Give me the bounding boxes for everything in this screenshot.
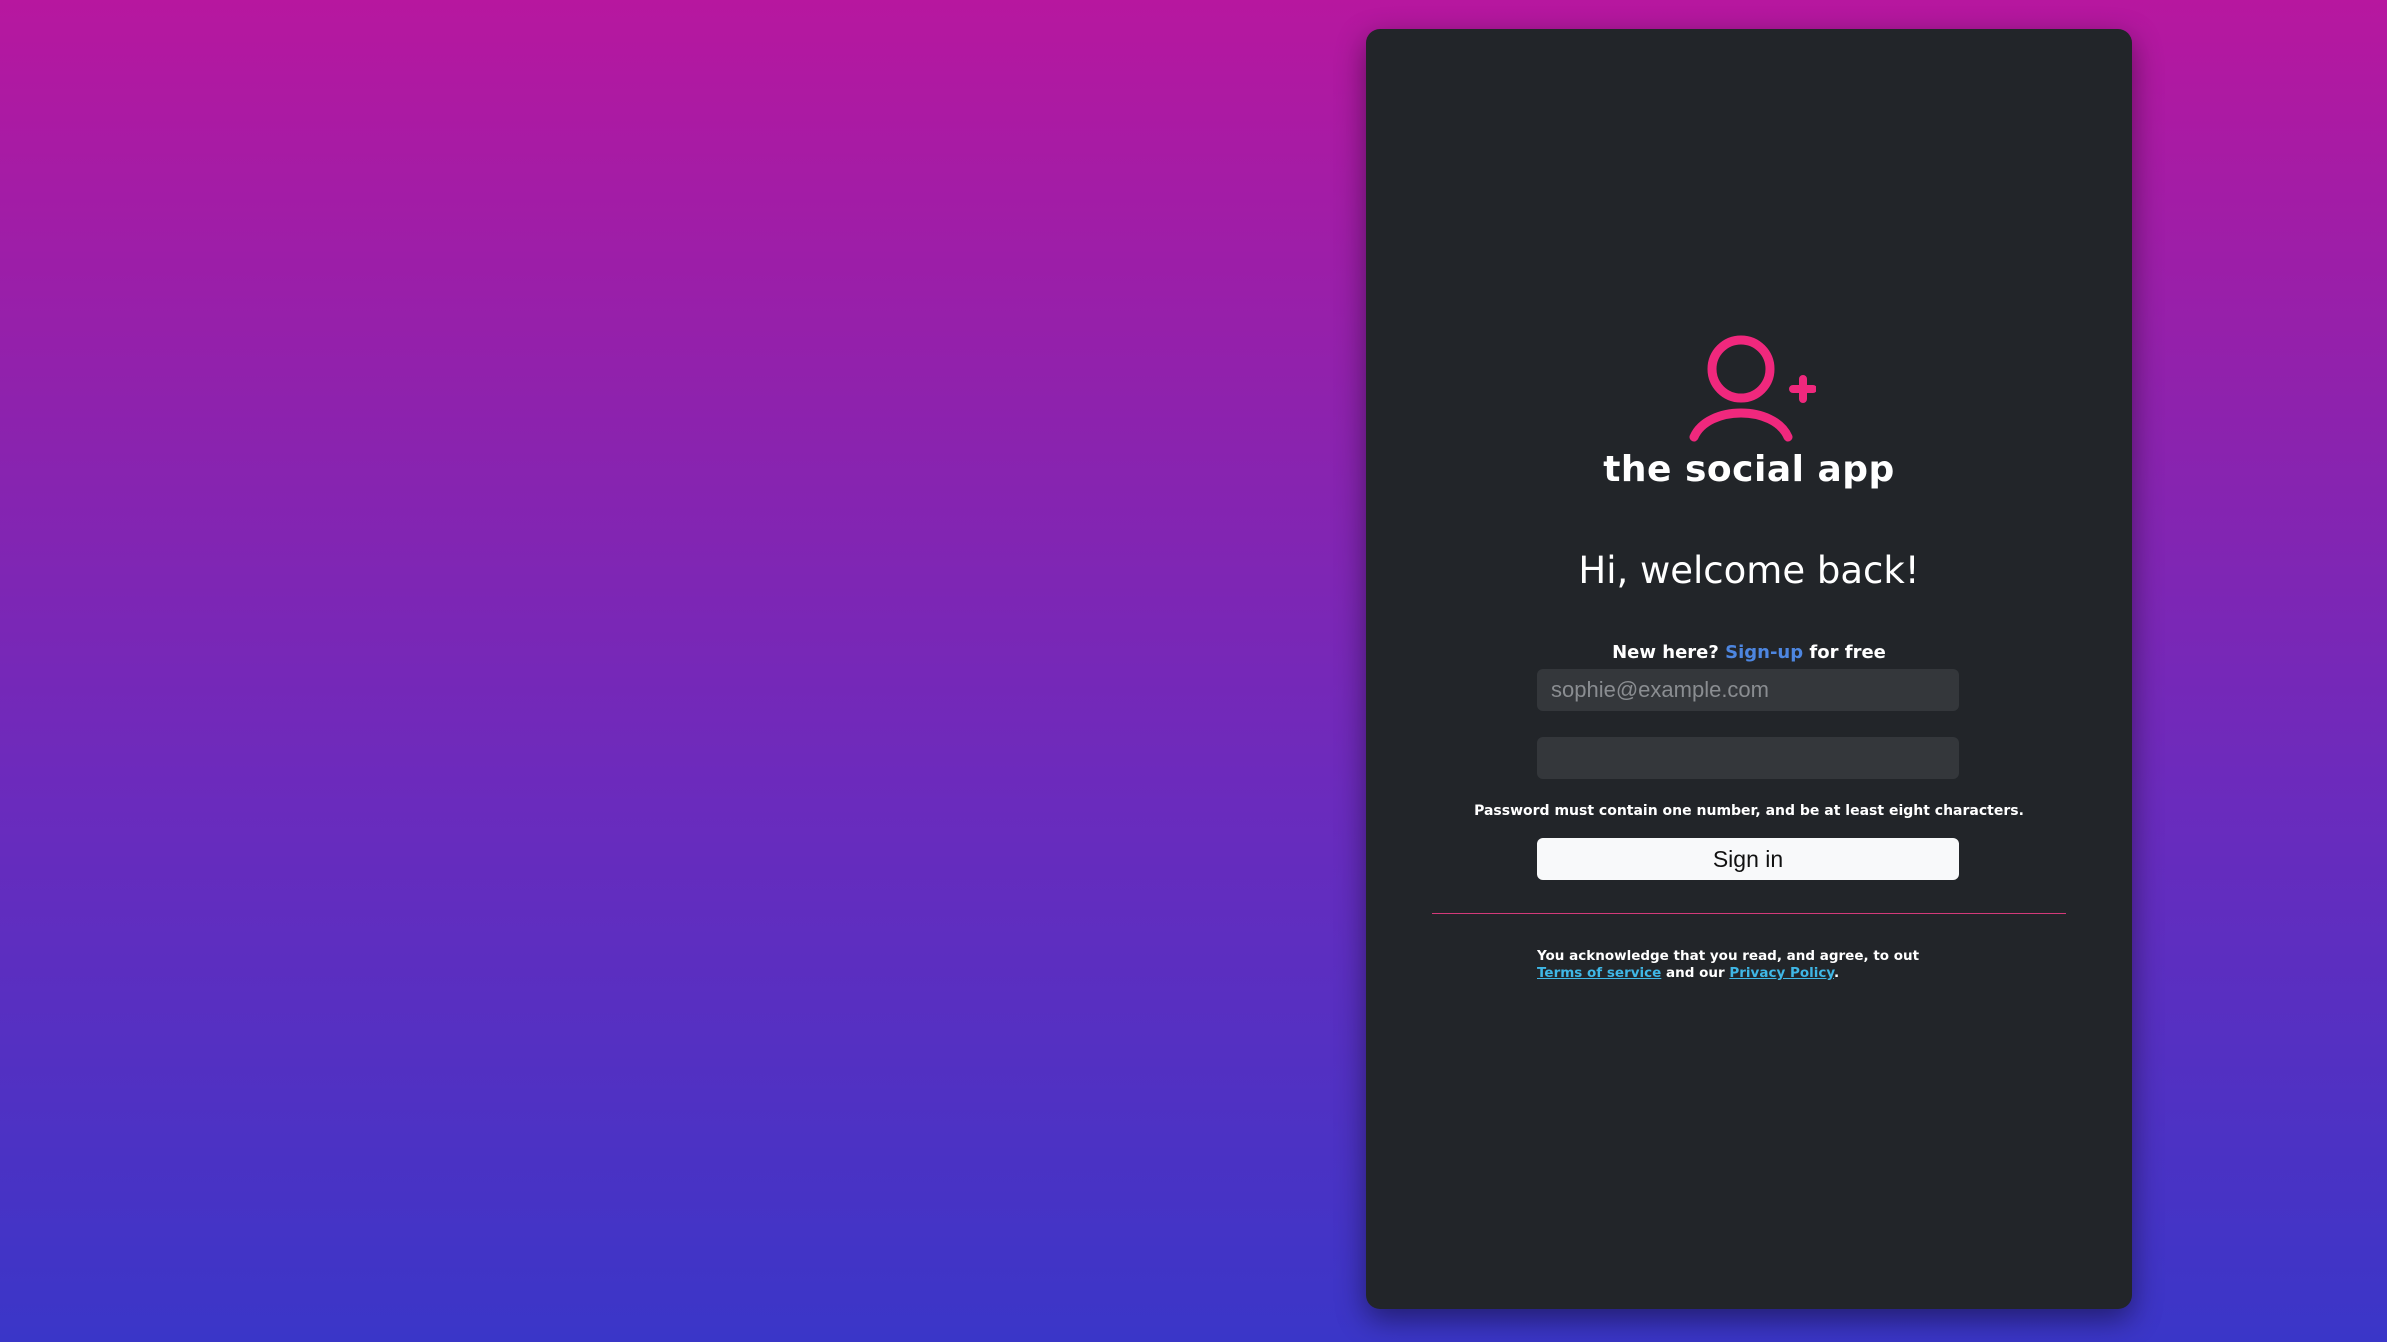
legal-notice: You acknowledge that you read, and agree… bbox=[1537, 948, 1959, 982]
login-card: the social app Hi, welcome back! New her… bbox=[1366, 29, 2132, 1309]
email-input[interactable] bbox=[1537, 669, 1959, 711]
legal-text-end: . bbox=[1833, 965, 1840, 981]
password-input[interactable] bbox=[1537, 737, 1959, 779]
signup-link[interactable]: Sign-up bbox=[1725, 642, 1803, 663]
for-free-text: for free bbox=[1809, 642, 1886, 663]
welcome-heading: Hi, welcome back! bbox=[1578, 549, 1920, 592]
privacy-policy-link[interactable]: Privacy Policy bbox=[1729, 965, 1834, 981]
divider bbox=[1432, 913, 2066, 914]
signup-prompt: New here? Sign-up for free bbox=[1366, 642, 2132, 663]
legal-text-before: You acknowledge that you read, and agree… bbox=[1537, 948, 1920, 964]
legal-text-middle: and our bbox=[1666, 965, 1725, 981]
brand-name: the social app bbox=[1603, 449, 1895, 490]
password-hint: Password must contain one number, and be… bbox=[1474, 803, 2024, 819]
user-plus-icon bbox=[1689, 335, 1816, 442]
terms-of-service-link[interactable]: Terms of service bbox=[1537, 965, 1661, 981]
new-here-text: New here? bbox=[1612, 642, 1719, 663]
sign-in-button[interactable]: Sign in bbox=[1537, 838, 1959, 880]
